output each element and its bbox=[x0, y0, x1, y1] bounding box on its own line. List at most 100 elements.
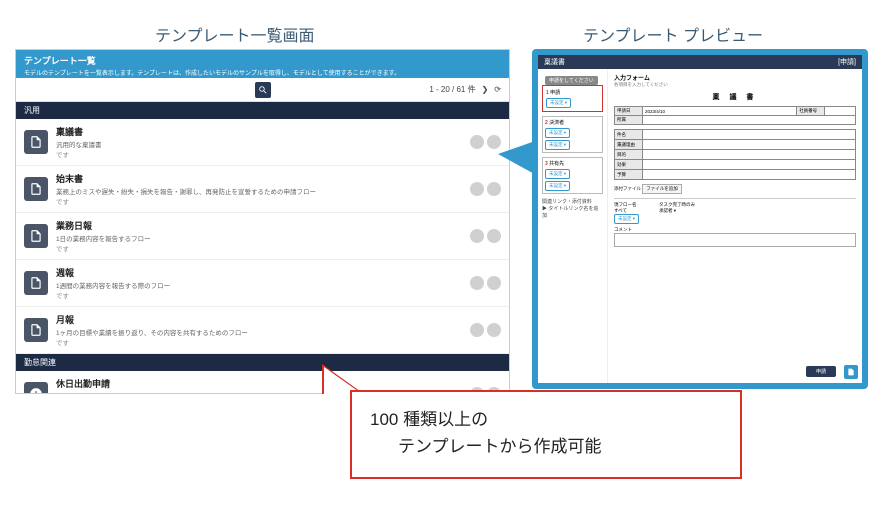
template-body: 週報1週間の業務内容を報告する際のフローです bbox=[56, 266, 462, 300]
template-actions bbox=[470, 276, 501, 290]
corner-doc-icon[interactable] bbox=[844, 365, 858, 379]
preview-step: 2 決済者未設定 ▾ 未設定 ▾ bbox=[542, 116, 603, 153]
action-use-button[interactable] bbox=[487, 229, 501, 243]
cell-reason-value[interactable] bbox=[643, 140, 856, 150]
template-list: 汎用稟議書汎用的な稟議書です始末書業務上のミスや遅失・紛失・損失を報告・謝罪し、… bbox=[16, 102, 509, 394]
preview-step: 1 申請未設定 ▾ bbox=[542, 85, 603, 112]
step-assignee-chip[interactable]: 未設定 ▾ bbox=[545, 128, 570, 138]
heading-template-list: テンプレート一覧画面 bbox=[155, 22, 315, 46]
category-bar: 汎用 bbox=[16, 102, 509, 119]
action-preview-button[interactable] bbox=[470, 182, 484, 196]
action-use-button[interactable] bbox=[487, 276, 501, 290]
template-description: 汎用的な稟議書 bbox=[56, 139, 462, 149]
step-number: 2 bbox=[545, 120, 548, 126]
comment-input[interactable] bbox=[614, 233, 856, 247]
preview-form-heading: 入力フォーム bbox=[614, 73, 856, 82]
action-preview-button[interactable] bbox=[470, 276, 484, 290]
action-use-button[interactable] bbox=[487, 182, 501, 196]
action-use-button[interactable] bbox=[487, 323, 501, 337]
template-row[interactable]: 月報1ヶ月の目標や業績を振り返り、その内容を共有するためのフローです bbox=[16, 307, 509, 354]
template-actions bbox=[470, 135, 501, 149]
pager-range: 1 - 20 / 61 件 bbox=[429, 84, 475, 95]
list-header-subtitle: モデルのテンプレートを一覧表示します。テンプレートは、作成したいモデルのサンプル… bbox=[24, 68, 501, 77]
preview-related-links: 関連リンク・添付資料 ▶ タイトルリンク名を追加 bbox=[542, 198, 603, 219]
search-button[interactable] bbox=[255, 82, 271, 98]
step-label: 決済者 bbox=[549, 120, 564, 126]
cell-budget-value[interactable] bbox=[643, 170, 856, 180]
template-sub: です bbox=[56, 149, 462, 159]
template-sub: です bbox=[56, 243, 462, 253]
preview-panel: 稟議書 [申請] 申請をしてください 1 申請未設定 ▾2 決済者未設定 ▾ 未… bbox=[538, 55, 862, 383]
cell-budget-label: 予算 bbox=[615, 170, 643, 180]
preview-form-subheading: 各項目を入力してください bbox=[614, 82, 856, 88]
submit-button[interactable]: 申請 bbox=[806, 366, 836, 377]
template-sub: です bbox=[56, 290, 462, 300]
cell-effect-value[interactable] bbox=[643, 160, 856, 170]
document-icon bbox=[24, 318, 48, 342]
preview-titlebar: 稟議書 [申請] bbox=[538, 55, 862, 69]
template-sub: です bbox=[56, 337, 462, 347]
template-row[interactable]: 稟議書汎用的な稟議書です bbox=[16, 119, 509, 166]
template-title: 稟議書 bbox=[56, 125, 462, 138]
document-icon bbox=[24, 271, 48, 295]
preview-doc-title: 稟 議 書 bbox=[614, 92, 856, 102]
callout-line1: 100 種類以上の bbox=[370, 406, 722, 433]
reload-button[interactable]: ⟳ bbox=[494, 85, 501, 94]
template-description: 1日の業務内容を報告するフロー bbox=[56, 233, 462, 243]
attachment-label: 添付ファイル bbox=[614, 186, 641, 191]
template-description: 1ヶ月の目標や業績を振り返り、その内容を共有するためのフロー bbox=[56, 327, 462, 337]
preview-header-table: 申請日 2023/4/10 社員番号 所属 bbox=[614, 106, 856, 125]
related-links-heading: 関連リンク・添付資料 bbox=[542, 198, 603, 205]
flow-chip[interactable]: 未設定 ▾ bbox=[614, 214, 639, 224]
template-body: 始末書業務上のミスや遅失・紛失・損失を報告・謝罪し、再発防止を宣誓するための申請… bbox=[56, 172, 462, 206]
template-row[interactable]: 業務日報1日の業務内容を報告するフローです bbox=[16, 213, 509, 260]
template-row[interactable]: 始末書業務上のミスや遅失・紛失・損失を報告・謝罪し、再発防止を宣誓するための申請… bbox=[16, 166, 509, 213]
cell-effect-label: 効果 bbox=[615, 160, 643, 170]
cell-reason-label: 稟議理由 bbox=[615, 140, 643, 150]
cell-empno-value[interactable] bbox=[825, 107, 856, 116]
preview-body-table: 件名 稟議理由 目的 効果 予算 bbox=[614, 129, 856, 180]
template-title: 業務日報 bbox=[56, 219, 462, 232]
template-title: 週報 bbox=[56, 266, 462, 279]
clock-icon bbox=[24, 382, 48, 394]
list-toolbar: 1 - 20 / 61 件 ❯ ⟳ bbox=[16, 78, 509, 102]
heading-template-preview: テンプレート プレビュー bbox=[583, 22, 763, 46]
step-assignee-chip[interactable]: 未設定 ▾ bbox=[545, 140, 570, 150]
template-body: 月報1ヶ月の目標や業績を振り返り、その内容を共有するためのフローです bbox=[56, 313, 462, 347]
search-icon bbox=[258, 85, 268, 95]
template-list-panel: テンプレート一覧 モデルのテンプレートを一覧表示します。テンプレートは、作成した… bbox=[15, 49, 510, 394]
step-assignee-chip[interactable]: 未設定 ▾ bbox=[545, 169, 570, 179]
cell-purpose-value[interactable] bbox=[643, 150, 856, 160]
template-sub: です bbox=[56, 196, 462, 206]
preview-lower-section: 現フロー名 すべて 未設定 ▾ タスク完了時のみ 承認者 ▾ コメント bbox=[614, 198, 856, 247]
step-label: 共有先 bbox=[549, 161, 564, 167]
list-header: テンプレート一覧 モデルのテンプレートを一覧表示します。テンプレートは、作成した… bbox=[16, 50, 509, 78]
callout-box: 100 種類以上の テンプレートから作成可能 bbox=[350, 390, 742, 479]
action-preview-button[interactable] bbox=[470, 135, 484, 149]
step-assignee-chip[interactable]: 未設定 ▾ bbox=[546, 98, 571, 108]
template-title: 始末書 bbox=[56, 172, 462, 185]
cell-subject-label: 件名 bbox=[615, 130, 643, 140]
preview-step: 3 共有先未設定 ▾ 未設定 ▾ bbox=[542, 157, 603, 194]
cell-apply-date-value[interactable]: 2023/4/10 bbox=[643, 107, 797, 116]
template-body: 業務日報1日の業務内容を報告するフローです bbox=[56, 219, 462, 253]
cell-dept-value[interactable] bbox=[643, 116, 856, 125]
approver-select[interactable]: 承認者 ▾ bbox=[659, 208, 676, 213]
action-preview-button[interactable] bbox=[470, 229, 484, 243]
template-body: 稟議書汎用的な稟議書です bbox=[56, 125, 462, 159]
preview-status-tag: 申請をしてください bbox=[545, 76, 598, 85]
template-actions bbox=[470, 182, 501, 196]
cell-subject-value[interactable] bbox=[643, 130, 856, 140]
step-assignee-chip[interactable]: 未設定 ▾ bbox=[545, 181, 570, 191]
pager: 1 - 20 / 61 件 ❯ ⟳ bbox=[429, 84, 501, 95]
pager-next[interactable]: ❯ bbox=[482, 85, 489, 94]
template-row[interactable]: 週報1週間の業務内容を報告する際のフローです bbox=[16, 260, 509, 307]
action-preview-button[interactable] bbox=[470, 323, 484, 337]
template-title: 休日出勤申請 bbox=[56, 377, 462, 390]
related-links-add[interactable]: ▶ タイトルリンク名を追加 bbox=[542, 205, 603, 219]
preview-main-column: 入力フォーム 各項目を入力してください 稟 議 書 申請日 2023/4/10 … bbox=[608, 69, 862, 383]
template-description: 業務上のミスや遅失・紛失・損失を報告・謝罪し、再発防止を宣誓するための申請フロー bbox=[56, 186, 462, 196]
document-icon bbox=[24, 130, 48, 154]
attachment-add-button[interactable]: ファイルを追加 bbox=[642, 184, 682, 194]
cell-purpose-label: 目的 bbox=[615, 150, 643, 160]
